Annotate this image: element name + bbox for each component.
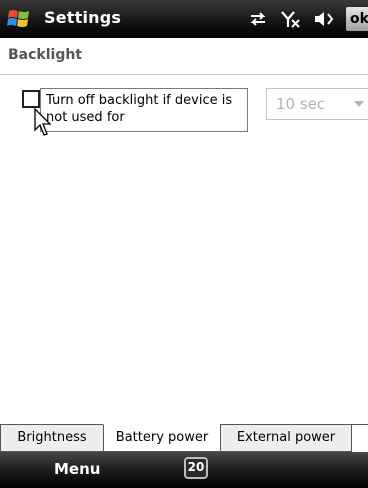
connectivity-arrows-icon[interactable]	[248, 10, 268, 28]
section-title: Backlight	[8, 47, 83, 63]
tab-battery-power[interactable]: Battery power	[103, 424, 221, 452]
signal-off-icon[interactable]	[280, 10, 302, 28]
tab-brightness[interactable]: Brightness	[0, 424, 104, 452]
ok-button[interactable]: ok	[346, 7, 368, 31]
input-panel-label: 20	[187, 460, 205, 474]
chevron-down-icon	[354, 101, 364, 107]
window-title: Settings	[44, 8, 122, 27]
mouse-pointer-icon	[34, 108, 52, 136]
title-bar: Settings ok	[0, 0, 368, 38]
windows-start-icon[interactable]	[6, 6, 32, 32]
timeout-dropdown[interactable]: 10 sec	[266, 88, 368, 120]
speaker-volume-icon[interactable]	[313, 10, 337, 28]
backlight-off-label[interactable]: Turn off backlight if device is not used…	[40, 88, 248, 132]
section-header: Backlight	[0, 38, 368, 75]
tab-strip: Brightness Battery power External power	[0, 424, 368, 453]
timeout-value: 10 sec	[276, 95, 326, 113]
tab-external-power[interactable]: External power	[220, 424, 352, 452]
bottom-menu-bar: Menu 20	[0, 452, 368, 488]
input-panel-icon[interactable]: 20	[184, 457, 208, 479]
menu-softkey[interactable]: Menu	[54, 460, 100, 478]
backlight-off-checkbox[interactable]	[22, 90, 40, 108]
